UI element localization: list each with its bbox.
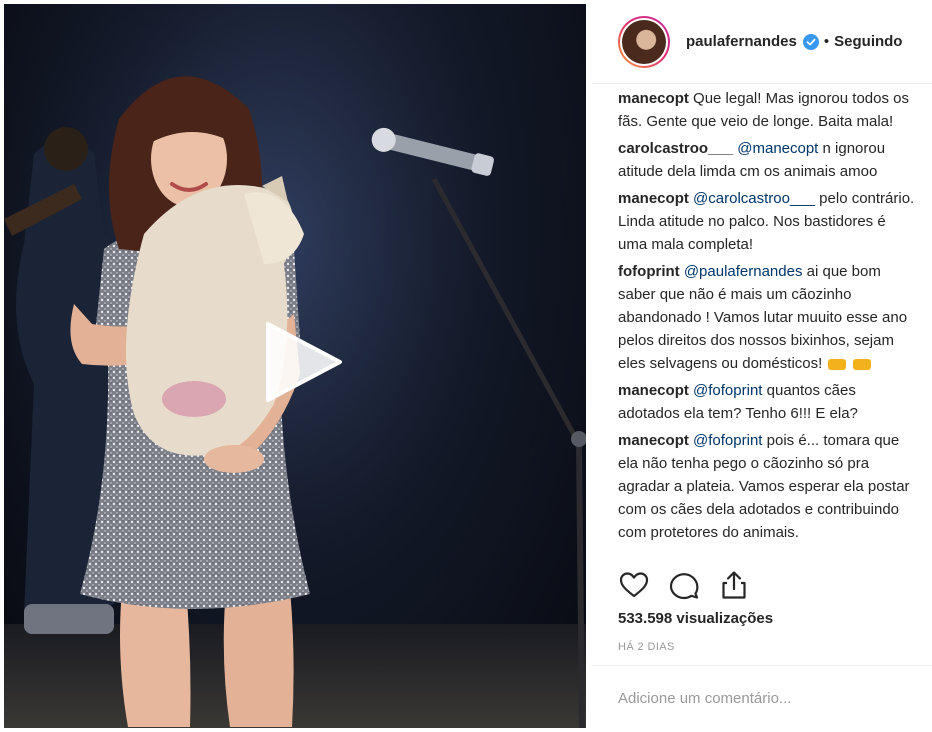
- comment-mention[interactable]: @paulafernandes: [684, 263, 803, 280]
- comment-item: fofoprint @paulafernandes ai que bom sab…: [618, 260, 918, 375]
- comment-item: manecopt @fofoprint quantos cães adotado…: [618, 379, 918, 425]
- divider: [592, 665, 932, 666]
- comment-item: manecopt Que legal! Mas ignorou todos os…: [618, 87, 918, 133]
- play-button[interactable]: [260, 320, 344, 404]
- avatar-photo: [622, 19, 666, 64]
- comment-username[interactable]: carolcastroo___: [618, 140, 733, 157]
- comment-bubble-icon[interactable]: [668, 569, 700, 601]
- post-timestamp: HÁ 2 DIAS: [618, 641, 675, 653]
- comment-mention[interactable]: @fofoprint: [693, 432, 762, 449]
- heart-icon[interactable]: [618, 569, 650, 601]
- post-author-username[interactable]: paulafernandes: [686, 33, 797, 50]
- comment-mention[interactable]: @fofoprint: [693, 382, 762, 399]
- post-actions: [618, 568, 750, 602]
- comment-mention[interactable]: @carolcastroo___: [693, 190, 815, 207]
- play-icon: [266, 322, 342, 402]
- view-count: 533.598 visualizações: [618, 610, 774, 627]
- comment-item: manecopt @carolcastroo___ pelo contrário…: [618, 187, 918, 256]
- following-button[interactable]: Seguindo: [834, 33, 902, 50]
- share-icon[interactable]: [718, 569, 750, 601]
- comments-list: manecopt Que legal! Mas ignorou todos os…: [618, 84, 918, 548]
- comment-username[interactable]: manecopt: [618, 432, 689, 449]
- comment-username[interactable]: manecopt: [618, 90, 689, 107]
- comment-username[interactable]: manecopt: [618, 382, 689, 399]
- comment-username[interactable]: manecopt: [618, 190, 689, 207]
- comment-username[interactable]: fofoprint: [618, 263, 680, 280]
- comment-item: carolcastroo___ @manecopt n ignorou atit…: [618, 137, 918, 183]
- avatar[interactable]: [618, 15, 670, 68]
- comment-item: manecopt @fofoprint pois é... tomara que…: [618, 429, 918, 544]
- instagram-post-frame: paulafernandes • Seguindo manecopt Que l…: [0, 0, 932, 732]
- pointing-hand-emoji-icon: [852, 358, 871, 370]
- post-header: paulafernandes • Seguindo: [592, 0, 932, 84]
- comment-mention[interactable]: @manecopt: [737, 140, 818, 157]
- pointing-hand-emoji-icon: [828, 358, 847, 370]
- post-sidebar: paulafernandes • Seguindo manecopt Que l…: [592, 0, 932, 732]
- avatar-ring: [620, 17, 668, 66]
- header-separator: •: [823, 33, 830, 50]
- verified-badge-icon: [802, 33, 819, 50]
- post-video[interactable]: [4, 4, 586, 728]
- add-comment-input[interactable]: [618, 686, 918, 710]
